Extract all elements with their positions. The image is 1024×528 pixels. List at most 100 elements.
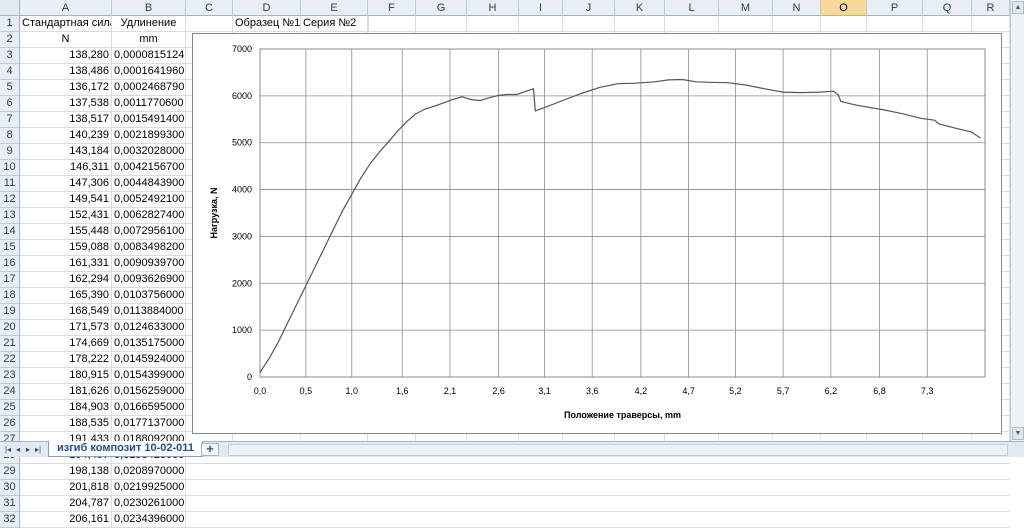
column-header-L[interactable]: L bbox=[665, 0, 719, 16]
elongation-cell[interactable]: 0,0044843900 bbox=[112, 176, 186, 192]
row-header-4[interactable]: 4 bbox=[0, 64, 20, 80]
row-header-22[interactable]: 22 bbox=[0, 352, 20, 368]
force-cell[interactable]: 155,448 bbox=[20, 224, 112, 240]
row-header-23[interactable]: 23 bbox=[0, 368, 20, 384]
force-cell[interactable]: 159,088 bbox=[20, 240, 112, 256]
force-cell[interactable]: 201,818 bbox=[20, 480, 112, 496]
row-header-30[interactable]: 30 bbox=[0, 480, 20, 496]
force-cell[interactable]: 178,222 bbox=[20, 352, 112, 368]
cell-B1[interactable]: Удлинение bbox=[112, 16, 186, 32]
elongation-cell[interactable]: 0,0113884000 bbox=[112, 304, 186, 320]
cell-A2[interactable]: N bbox=[20, 32, 112, 48]
column-header-C[interactable]: C bbox=[186, 0, 233, 16]
column-header-G[interactable]: G bbox=[416, 0, 467, 16]
force-cell[interactable]: 161,331 bbox=[20, 256, 112, 272]
elongation-cell[interactable]: 0,0083498200 bbox=[112, 240, 186, 256]
row-header-3[interactable]: 3 bbox=[0, 48, 20, 64]
elongation-cell[interactable]: 0,0042156700 bbox=[112, 160, 186, 176]
row-header-18[interactable]: 18 bbox=[0, 288, 20, 304]
row-header-25[interactable]: 25 bbox=[0, 400, 20, 416]
cell-B2[interactable]: mm bbox=[112, 32, 186, 48]
column-header-I[interactable]: I bbox=[519, 0, 563, 16]
sheet-tab[interactable]: изгиб композит 10-02-011 bbox=[48, 441, 203, 457]
force-cell[interactable]: 136,172 bbox=[20, 80, 112, 96]
elongation-cell[interactable]: 0,0090939700 bbox=[112, 256, 186, 272]
row-header-14[interactable]: 14 bbox=[0, 224, 20, 240]
elongation-cell[interactable]: 0,0156259000 bbox=[112, 384, 186, 400]
elongation-cell[interactable]: 0,0072956100 bbox=[112, 224, 186, 240]
elongation-cell[interactable]: 0,0000815124 bbox=[112, 48, 186, 64]
column-header-M[interactable]: M bbox=[719, 0, 773, 16]
force-cell[interactable]: 143,184 bbox=[20, 144, 112, 160]
cell-D1[interactable]: Образец №1 bbox=[233, 16, 301, 32]
force-cell[interactable]: 184,903 bbox=[20, 400, 112, 416]
row-header-2[interactable]: 2 bbox=[0, 32, 20, 48]
column-header-K[interactable]: K bbox=[615, 0, 665, 16]
force-cell[interactable]: 152,431 bbox=[20, 208, 112, 224]
elongation-cell[interactable]: 0,0219925000 bbox=[112, 480, 186, 496]
row-header-31[interactable]: 31 bbox=[0, 496, 20, 512]
row-header-12[interactable]: 12 bbox=[0, 192, 20, 208]
row-header-32[interactable]: 32 bbox=[0, 512, 20, 528]
elongation-cell[interactable]: 0,0103756000 bbox=[112, 288, 186, 304]
force-cell[interactable]: 165,390 bbox=[20, 288, 112, 304]
elongation-cell[interactable]: 0,0002468790 bbox=[112, 80, 186, 96]
row-header-29[interactable]: 29 bbox=[0, 464, 20, 480]
elongation-cell[interactable]: 0,0011770600 bbox=[112, 96, 186, 112]
row-header-21[interactable]: 21 bbox=[0, 336, 20, 352]
column-header-J[interactable]: J bbox=[563, 0, 615, 16]
force-cell[interactable]: 147,306 bbox=[20, 176, 112, 192]
force-cell[interactable]: 181,626 bbox=[20, 384, 112, 400]
row-header-8[interactable]: 8 bbox=[0, 128, 20, 144]
elongation-cell[interactable]: 0,0052492100 bbox=[112, 192, 186, 208]
column-header-H[interactable]: H bbox=[467, 0, 519, 16]
force-cell[interactable]: 149,541 bbox=[20, 192, 112, 208]
elongation-cell[interactable]: 0,0208970000 bbox=[112, 464, 186, 480]
embedded-chart[interactable]: 0 1000 2000 3000 4000 5000 6000 7000 0,0 0,5 1,0 1,… bbox=[192, 33, 1002, 434]
elongation-cell[interactable]: 0,0001641960 bbox=[112, 64, 186, 80]
force-cell[interactable]: 204,787 bbox=[20, 496, 112, 512]
next-sheet-icon[interactable]: ▸ bbox=[23, 444, 33, 455]
elongation-cell[interactable]: 0,0021899300 bbox=[112, 128, 186, 144]
force-cell[interactable]: 146,311 bbox=[20, 160, 112, 176]
force-cell[interactable]: 138,486 bbox=[20, 64, 112, 80]
row-header-13[interactable]: 13 bbox=[0, 208, 20, 224]
force-cell[interactable]: 137,538 bbox=[20, 96, 112, 112]
column-header-D[interactable]: D bbox=[233, 0, 301, 16]
column-header-N[interactable]: N bbox=[773, 0, 821, 16]
column-header-Q[interactable]: Q bbox=[923, 0, 972, 16]
row-header-17[interactable]: 17 bbox=[0, 272, 20, 288]
elongation-cell[interactable]: 0,0135175000 bbox=[112, 336, 186, 352]
row-header-9[interactable]: 9 bbox=[0, 144, 20, 160]
cell-A1[interactable]: Стандартная сила bbox=[20, 16, 112, 32]
row-header-26[interactable]: 26 bbox=[0, 416, 20, 432]
row-header-1[interactable]: 1 bbox=[0, 16, 20, 32]
insert-sheet-icon[interactable]: ✚ bbox=[201, 443, 219, 456]
force-cell[interactable]: 174,669 bbox=[20, 336, 112, 352]
row-header-6[interactable]: 6 bbox=[0, 96, 20, 112]
row-header-15[interactable]: 15 bbox=[0, 240, 20, 256]
force-cell[interactable]: 168,549 bbox=[20, 304, 112, 320]
elongation-cell[interactable]: 0,0234396000 bbox=[112, 512, 186, 528]
row-header-7[interactable]: 7 bbox=[0, 112, 20, 128]
force-cell[interactable]: 140,239 bbox=[20, 128, 112, 144]
elongation-cell[interactable]: 0,0145924000 bbox=[112, 352, 186, 368]
horizontal-scrollbar[interactable] bbox=[228, 444, 1008, 456]
first-sheet-icon[interactable]: |◂ bbox=[3, 444, 13, 455]
scroll-up-icon[interactable]: ▲ bbox=[1012, 1, 1024, 14]
last-sheet-icon[interactable]: ▸| bbox=[33, 444, 43, 455]
elongation-cell[interactable]: 0,0154399000 bbox=[112, 368, 186, 384]
force-cell[interactable]: 138,280 bbox=[20, 48, 112, 64]
elongation-cell[interactable]: 0,0230261000 bbox=[112, 496, 186, 512]
force-cell[interactable]: 180,915 bbox=[20, 368, 112, 384]
row-header-19[interactable]: 19 bbox=[0, 304, 20, 320]
column-header-F[interactable]: F bbox=[368, 0, 416, 16]
column-header-P[interactable]: P bbox=[867, 0, 923, 16]
column-header-O[interactable]: O bbox=[821, 0, 867, 16]
prev-sheet-icon[interactable]: ◂ bbox=[13, 444, 23, 455]
elongation-cell[interactable]: 0,0124633000 bbox=[112, 320, 186, 336]
column-header-E[interactable]: E bbox=[301, 0, 368, 16]
column-header-R[interactable]: R bbox=[972, 0, 1010, 16]
force-cell[interactable]: 171,573 bbox=[20, 320, 112, 336]
row-header-11[interactable]: 11 bbox=[0, 176, 20, 192]
